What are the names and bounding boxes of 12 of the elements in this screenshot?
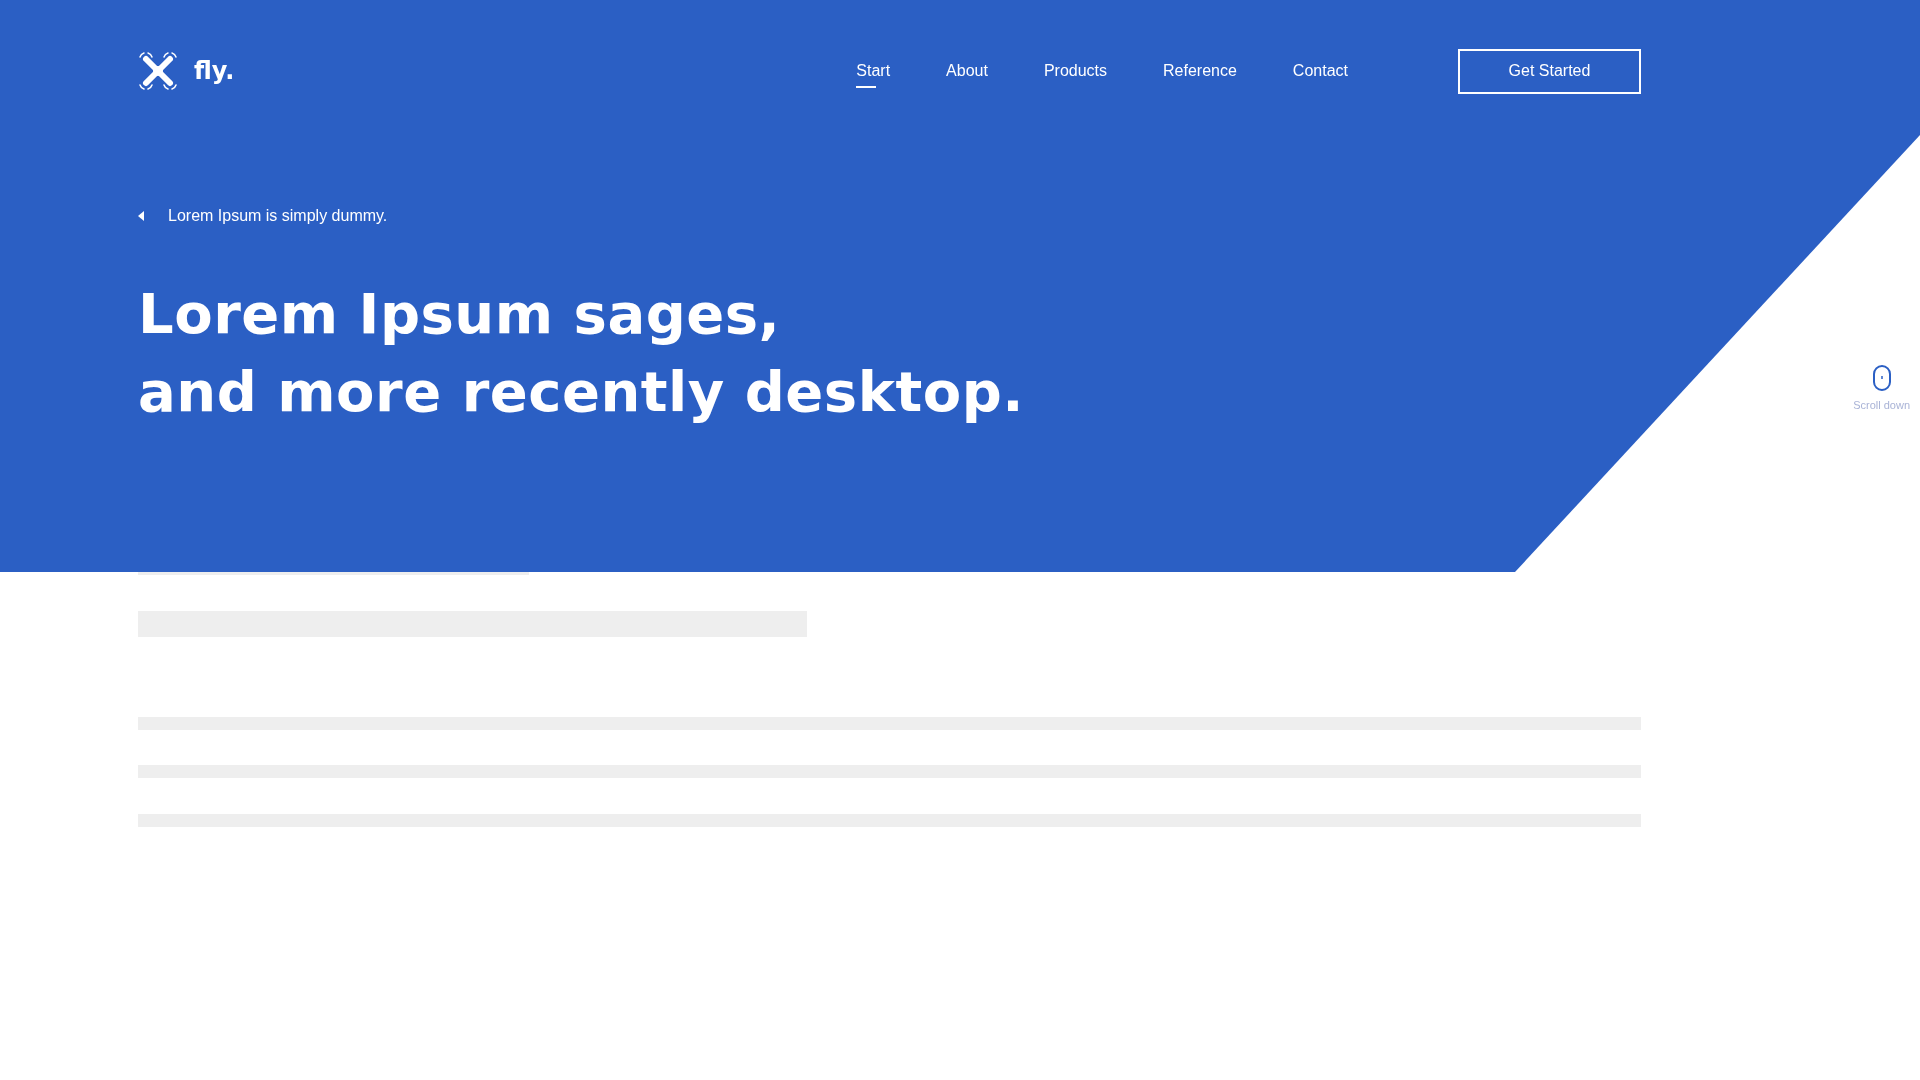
nav-link[interactable]: Products bbox=[1043, 62, 1108, 90]
nav-link[interactable]: About bbox=[946, 62, 988, 90]
mouse-icon bbox=[1872, 365, 1891, 391]
nav-link[interactable]: Contact bbox=[1292, 62, 1348, 90]
nav-link[interactable]: Start bbox=[856, 62, 891, 90]
get-started-button[interactable]: Get Started bbox=[1458, 48, 1641, 94]
logo-text: fly. bbox=[194, 57, 235, 85]
eyebrow-text: Lorem Ipsum is simply dummy. bbox=[168, 207, 388, 225]
caret-icon bbox=[138, 211, 144, 221]
nav-link[interactable]: Reference bbox=[1163, 62, 1237, 90]
hero-headline: Lorem Ipsum sages, and more recently desktop. bbox=[138, 280, 1024, 426]
drone-logo-icon bbox=[138, 51, 178, 91]
